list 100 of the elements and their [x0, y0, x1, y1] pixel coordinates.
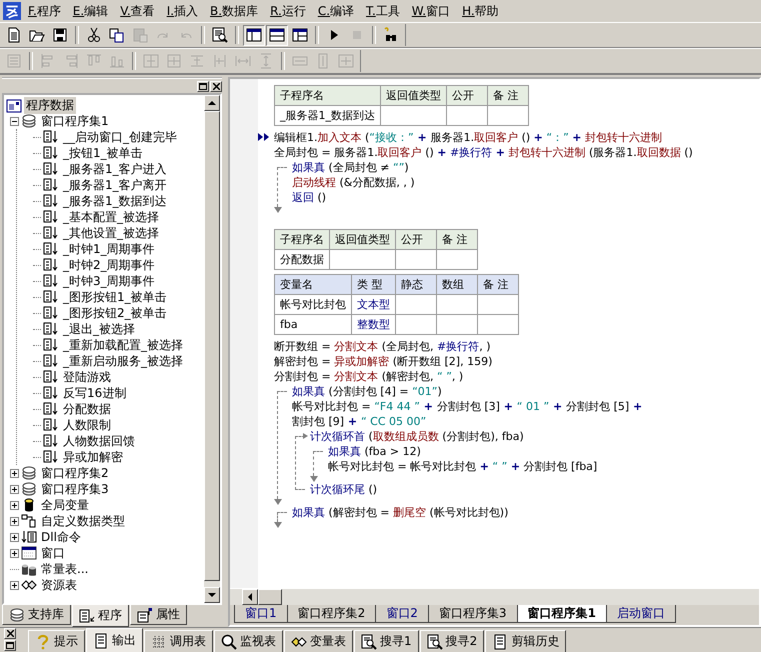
tree-item[interactable]: _时钟1_周期事件 — [61, 240, 157, 258]
output-tab[interactable]: 搜寻1 — [354, 630, 419, 652]
tree-item[interactable]: 登陆游戏 — [61, 368, 113, 386]
restore-button[interactable] — [4, 640, 16, 651]
tree-item[interactable]: _服务器1_数据到达 — [61, 192, 169, 210]
stacked-disks-icon — [21, 113, 37, 129]
triangle-icon — [208, 591, 216, 599]
tree-item[interactable]: __启动窗口_创建完毕 — [61, 128, 179, 146]
collapse-icon[interactable] — [10, 116, 19, 126]
tree-item[interactable]: _图形按钮1_被单击 — [61, 288, 169, 306]
binoculars-icon — [383, 27, 399, 43]
expand-icon[interactable] — [10, 548, 19, 558]
tree-item[interactable]: 分配数据 — [61, 400, 113, 418]
window-tab[interactable]: 启动窗口 — [606, 605, 676, 623]
stacked-disks-icon — [21, 481, 37, 497]
tree-item[interactable]: 人数限制 — [61, 416, 113, 434]
scrollbar-thumb[interactable] — [258, 589, 282, 605]
expand-icon[interactable] — [10, 500, 19, 510]
tree-item[interactable]: 窗口 — [39, 544, 67, 562]
code-line: 编辑框1.加入文本 (“接收：” + 服务器1.取回客户 () + “：” + 封包转十六进制 — [274, 130, 759, 145]
tree-item[interactable]: 人物数据回馈 — [61, 432, 137, 450]
tree-item[interactable]: 全局变量 — [39, 496, 91, 514]
window-tab[interactable]: 窗口程序集2 — [286, 605, 376, 623]
column-header: 类 型 — [352, 274, 396, 294]
restore-button[interactable] — [197, 80, 209, 92]
expand-icon[interactable] — [10, 516, 19, 526]
output-tab[interactable]: 变量表 — [284, 630, 353, 652]
scroll-up-button[interactable] — [204, 95, 220, 111]
table-cell — [446, 106, 488, 126]
tree-item[interactable]: _时钟3_周期事件 — [61, 272, 157, 290]
document-arrow-icon — [43, 337, 59, 353]
toolbar-button[interactable] — [266, 24, 288, 46]
column-header: 备 注 — [478, 274, 518, 294]
window-tab[interactable]: 窗口1 — [234, 605, 288, 623]
menu-item[interactable]: W.窗口 — [406, 0, 456, 22]
expand-icon[interactable] — [10, 468, 19, 478]
tree-item[interactable]: 常量表... — [39, 560, 90, 578]
tree-item[interactable]: _重新启动服务_被选择 — [61, 352, 185, 370]
column-header: 静态 — [396, 274, 436, 294]
tree-item[interactable]: 程序数据 — [24, 96, 76, 114]
tree-item[interactable]: _按钮1_被单击 — [61, 144, 145, 162]
panel-tab[interactable]: 属性 — [130, 605, 187, 625]
horizontal-scrollbar[interactable] — [230, 588, 759, 605]
panel-tab[interactable]: 程序 — [72, 605, 129, 627]
project-icon — [6, 97, 22, 113]
tree-item[interactable]: 异或加解密 — [61, 448, 125, 466]
tree-item[interactable]: 窗口程序集1 — [39, 112, 111, 130]
tree-item[interactable]: 窗口程序集2 — [39, 464, 111, 482]
code-line: 如果真 (分割封包 [4] = “01”) — [292, 384, 443, 399]
menu-item[interactable]: F.程序 — [23, 0, 66, 22]
tree-item[interactable]: 资源表 — [39, 576, 79, 594]
menu-item[interactable]: B.数据库 — [205, 0, 264, 22]
code-line: 如果真 (全局封包 ≠ “”) — [292, 160, 410, 175]
window-tab[interactable]: 窗口程序集1 — [516, 605, 607, 623]
close-button[interactable] — [210, 80, 222, 92]
menu-item[interactable]: T.工具 — [361, 0, 405, 22]
output-tab[interactable]: 提示 — [28, 630, 85, 652]
menu-item[interactable]: I.插入 — [162, 0, 204, 22]
spread-icon — [258, 53, 274, 69]
document-arrow-icon — [43, 321, 59, 337]
output-tab[interactable]: 输出 — [86, 628, 143, 652]
scroll-down-button[interactable] — [204, 587, 220, 603]
tree-item[interactable]: _服务器1_客户进入 — [61, 160, 169, 178]
output-tab[interactable]: 剪辑历史 — [485, 630, 566, 652]
close-button[interactable] — [4, 628, 16, 639]
tree-item[interactable]: _服务器1_客户离开 — [61, 176, 169, 194]
column-header: 变量名 — [274, 274, 352, 294]
window-tab[interactable]: 窗口程序集3 — [428, 605, 518, 623]
menu-item[interactable]: V.查看 — [115, 0, 160, 22]
column-header: 返回值类型 — [330, 230, 396, 250]
layout-icon — [246, 27, 262, 43]
tree-item[interactable]: 自定义数据类型 — [39, 512, 127, 530]
expand-icon[interactable] — [10, 484, 19, 494]
tree-item[interactable]: _退出_被选择 — [61, 320, 137, 338]
menu-item[interactable]: C.编译 — [312, 0, 360, 22]
tree-item[interactable]: _重新加载配置_被选择 — [61, 336, 185, 354]
menu-item[interactable]: H.帮助 — [457, 0, 504, 22]
menu-item[interactable]: R.运行 — [265, 0, 311, 22]
table-cell — [396, 294, 436, 314]
tree-item[interactable]: _其他设置_被选择 — [61, 224, 161, 242]
tree-item[interactable]: 反写16进制 — [61, 384, 128, 402]
expand-icon[interactable] — [10, 532, 19, 542]
output-tab[interactable]: 调用表 — [144, 630, 213, 652]
tree-item[interactable]: Dll命令 — [39, 528, 83, 546]
tree-item[interactable]: _时钟2_周期事件 — [61, 256, 157, 274]
tree-item[interactable]: 窗口程序集3 — [39, 480, 111, 498]
menu-item[interactable]: E.编辑 — [68, 0, 114, 22]
column-header: 子程序名 — [274, 86, 380, 106]
window-tab[interactable]: 窗口2 — [375, 605, 429, 623]
output-tab[interactable]: 监视表 — [214, 630, 283, 652]
expand-icon[interactable] — [10, 580, 19, 590]
panel-tab[interactable]: 支持库 — [2, 605, 71, 625]
code-line: 解密封包 = 异或加解密 (断开数组 [2], 159) — [274, 354, 494, 369]
scroll-left-button[interactable] — [242, 589, 258, 605]
spacing-icon — [212, 53, 228, 69]
tree-item[interactable]: _基本配置_被选择 — [61, 208, 161, 226]
output-tab[interactable]: 搜寻2 — [420, 630, 484, 652]
tree-item[interactable]: _图形按钮2_被单击 — [61, 304, 169, 322]
toolbar-button[interactable] — [243, 24, 265, 46]
layout-icon — [292, 27, 308, 43]
